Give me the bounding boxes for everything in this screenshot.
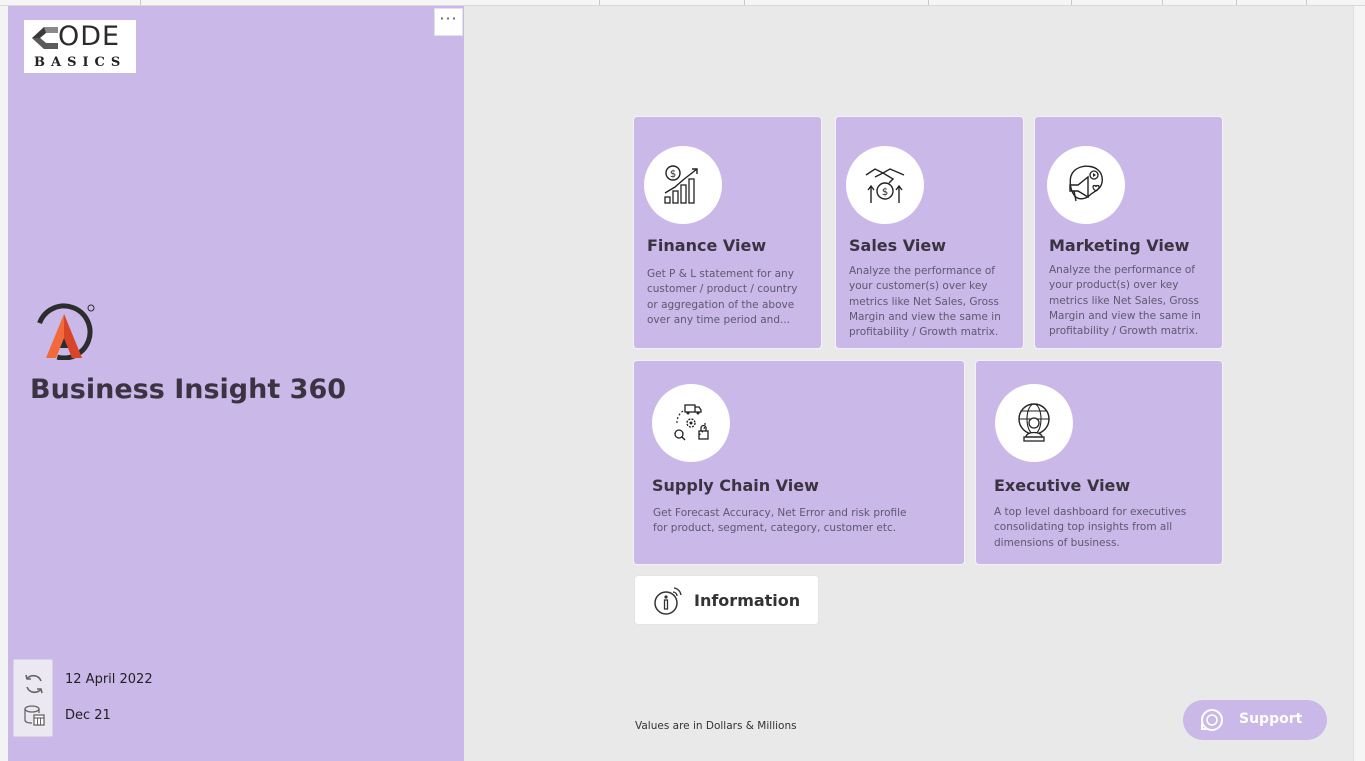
refresh-info-box <box>13 659 53 737</box>
atliq-logo-icon <box>35 303 95 360</box>
logo-wordmark-top: ODE <box>58 21 121 52</box>
executive-view-title: Executive View <box>994 476 1131 495</box>
finance-growth-icon: $ <box>664 165 698 204</box>
executive-view-desc: A top level dashboard for executives con… <box>994 506 1187 549</box>
svg-text:$: $ <box>882 187 888 198</box>
marketing-icon-circle <box>1047 146 1125 224</box>
ribbon-separator <box>1236 0 1237 5</box>
ribbon-separator <box>140 0 141 5</box>
finance-icon-circle: $ <box>644 146 722 224</box>
finance-view-desc: Get P & L statement for any customer / p… <box>647 268 798 326</box>
ribbon-separator <box>928 0 929 5</box>
ribbon-separator <box>1071 0 1072 5</box>
supply-chain-icon <box>674 404 709 441</box>
support-button[interactable]: Support <box>1183 700 1327 740</box>
more-options-button[interactable]: ··· <box>434 8 463 36</box>
handshake-money-icon: $ <box>865 168 905 203</box>
code-basics-logo: ODE BASICS <box>24 20 136 73</box>
app-title: Business Insight 360 <box>30 374 347 405</box>
ribbon-separator <box>744 0 745 5</box>
sales-view-desc: Analyze the performance of your customer… <box>849 265 1001 339</box>
right-pane-edge <box>1353 6 1365 761</box>
information-button[interactable]: Information <box>634 575 819 625</box>
canvas-margin <box>0 6 8 761</box>
information-button-label: Information <box>694 591 801 610</box>
marketing-view-desc: Analyze the performance of your product(… <box>1049 264 1201 338</box>
supply-chain-view-desc: Get Forecast Accuracy, Net Error and ris… <box>653 507 907 535</box>
values-unit-note: Values are in Dollars & Millions <box>635 720 797 732</box>
headset-icon <box>1201 709 1223 731</box>
ribbon-separator <box>599 0 600 5</box>
left-brand-panel: ··· ODE BASICS Business Insight 360 12 A… <box>8 6 464 761</box>
supply-chain-view-card[interactable]: Supply Chain View Get Forecast Accuracy,… <box>633 360 965 565</box>
sales-view-card[interactable]: $ Sales View Analyze the performance of … <box>835 116 1024 349</box>
logo-wordmark-bottom: BASICS <box>34 55 127 70</box>
supply-chain-icon-circle <box>652 384 730 462</box>
ribbon-separator <box>1306 0 1307 5</box>
marketing-view-title: Marketing View <box>1049 236 1190 255</box>
marketing-view-card[interactable]: Marketing View Analyze the performance o… <box>1034 116 1223 349</box>
support-button-label: Support <box>1239 711 1303 727</box>
sales-view-title: Sales View <box>849 236 946 255</box>
data-until-date: Dec 21 <box>65 708 111 723</box>
database-calendar-icon <box>24 705 45 726</box>
supply-chain-view-title: Supply Chain View <box>652 476 819 495</box>
megaphone-icon <box>1069 165 1103 202</box>
finance-view-card[interactable]: $ Finance View Get P & L statement for a… <box>633 116 822 349</box>
svg-text:$: $ <box>670 169 676 180</box>
finance-view-title: Finance View <box>647 236 767 255</box>
globe-executive-icon <box>1018 403 1050 442</box>
last-refresh-date: 12 April 2022 <box>65 672 153 687</box>
executive-view-card[interactable]: Executive View A top level dashboard for… <box>975 360 1223 565</box>
refresh-icon <box>25 674 43 694</box>
info-icon <box>654 587 682 615</box>
ribbon-separator <box>1162 0 1163 5</box>
sales-icon-circle: $ <box>846 146 924 224</box>
executive-icon-circle <box>995 384 1073 462</box>
